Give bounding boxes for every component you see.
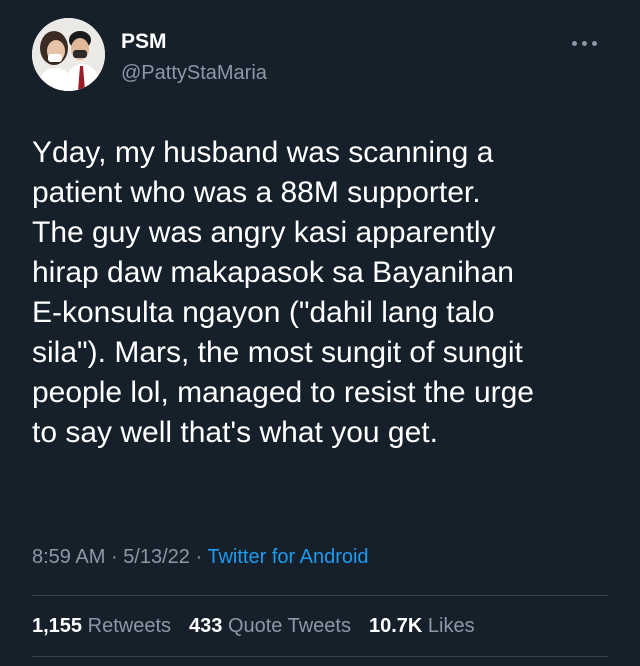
divider xyxy=(32,595,608,596)
quotes-count: 433 xyxy=(189,615,223,637)
meta-separator: · xyxy=(195,546,203,568)
retweets-label: Retweets xyxy=(87,615,171,637)
tweet-stats: 1,155 Retweets 433 Quote Tweets 10.7K Li… xyxy=(32,615,475,638)
tweet-card: PSM @PattyStaMaria Yday, my husband was … xyxy=(0,0,640,666)
quote-tweets-stat[interactable]: 433 Quote Tweets xyxy=(189,615,351,638)
user-handle[interactable]: @PattyStaMaria xyxy=(121,62,267,85)
display-name[interactable]: PSM xyxy=(121,30,167,54)
retweets-stat[interactable]: 1,155 Retweets xyxy=(32,615,171,638)
likes-stat[interactable]: 10.7K Likes xyxy=(369,615,475,638)
tweet-source-link[interactable]: Twitter for Android xyxy=(207,546,368,568)
tweet-meta: 8:59 AM · 5/13/22 · Twitter for Android xyxy=(32,546,369,569)
profile-photo-icon xyxy=(32,18,105,91)
tweet-time[interactable]: 8:59 AM xyxy=(32,546,105,568)
meta-separator: · xyxy=(110,546,118,568)
quotes-label: Quote Tweets xyxy=(227,615,351,637)
more-horizontal-icon xyxy=(572,40,577,46)
retweets-count: 1,155 xyxy=(32,615,83,637)
more-horizontal-icon xyxy=(592,40,597,46)
more-horizontal-icon xyxy=(582,40,587,46)
divider xyxy=(32,656,608,657)
likes-count: 10.7K xyxy=(368,615,423,637)
more-options-button[interactable] xyxy=(572,36,608,50)
tweet-date[interactable]: 5/13/22 xyxy=(123,546,190,568)
likes-label: Likes xyxy=(427,615,475,637)
tweet-text: Yday, my husband was scanning a patient … xyxy=(32,136,534,449)
avatar[interactable] xyxy=(32,18,105,91)
